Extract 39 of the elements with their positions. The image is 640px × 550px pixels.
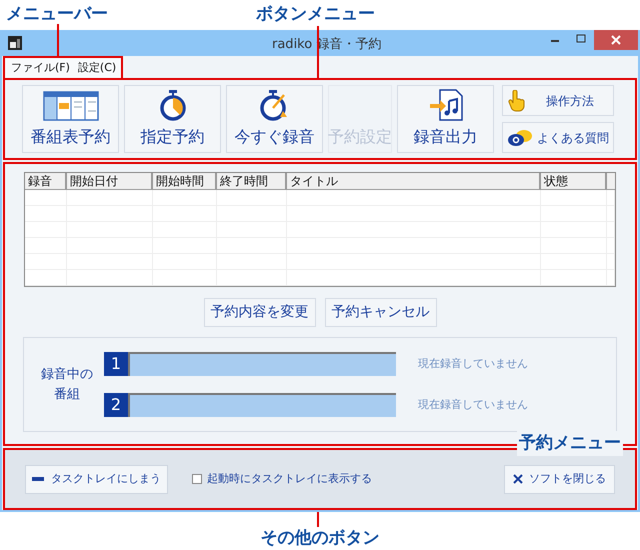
help-button[interactable]: 操作方法 (502, 85, 614, 116)
chat-bubbles-icon (507, 128, 533, 146)
slot-number: 2 (104, 393, 128, 417)
music-file-icon (428, 89, 464, 121)
column-header[interactable]: 終了時間 (217, 173, 287, 189)
tray-button[interactable]: タスクトレイにしまう (25, 464, 168, 494)
callout-label: メニューバー (6, 3, 108, 26)
callout-label: ボタンメニュー (256, 3, 375, 26)
close-icon (513, 474, 523, 484)
action-button[interactable]: 予約内容を変更 (204, 298, 316, 327)
callout-label: 予約メニュー (517, 430, 623, 456)
checkbox[interactable] (192, 474, 202, 484)
recording-label: 録音中の番組 (40, 366, 94, 404)
pointing-hand-icon (507, 90, 527, 112)
column-header[interactable]: 開始日付 (67, 173, 153, 189)
column-header[interactable]: 録音 (25, 173, 67, 189)
recording-status: 現在録音していません (418, 396, 528, 413)
toolbar-button[interactable]: 番組表予約 (22, 85, 119, 153)
column-header[interactable]: 状態 (541, 173, 607, 189)
help-button[interactable]: よくある質問 (502, 122, 614, 153)
toolbar-button[interactable]: 録音出力 (397, 85, 494, 153)
recording-status: 現在録音していません (418, 356, 528, 372)
timetable-icon (42, 91, 98, 121)
close-app-button[interactable]: ソフトを閉じる (504, 464, 615, 494)
column-header[interactable]: タイトル (287, 173, 541, 189)
startup-checkbox[interactable]: 起動時にタスクトレイに表示する (192, 470, 372, 488)
stopwatch-icon (158, 89, 186, 121)
toolbar-button[interactable]: 指定予約 (124, 85, 221, 153)
toolbar-button[interactable]: 今すぐ録音 (226, 85, 323, 153)
callout-label: その他のボタン (260, 527, 380, 550)
minus-icon (32, 477, 44, 481)
column-header[interactable]: 開始時間 (153, 173, 217, 189)
app-icon (8, 36, 22, 50)
slot-number: 1 (104, 352, 128, 376)
action-button[interactable]: 予約キャンセル (324, 298, 436, 327)
close-icon[interactable] (594, 30, 638, 50)
menu-item[interactable]: 設定(C) (78, 60, 116, 76)
leader-line (317, 512, 319, 527)
menu-item[interactable]: ファイル(F) (11, 60, 70, 76)
